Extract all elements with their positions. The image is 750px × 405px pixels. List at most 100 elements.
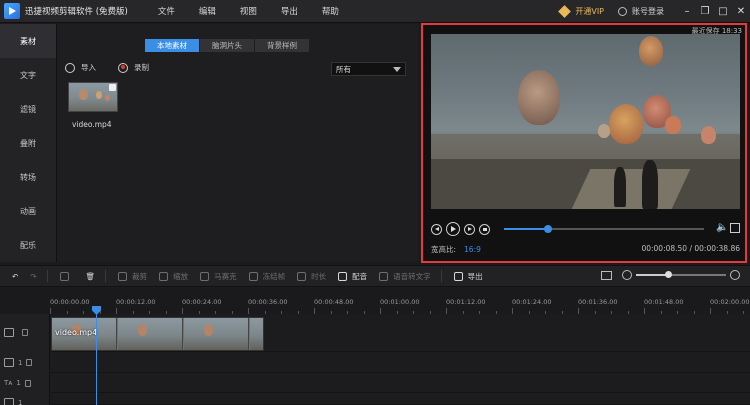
media-filter-select[interactable]: 所有 [331, 62, 406, 76]
login-button[interactable]: 账号登录 [618, 6, 664, 17]
diamond-icon [558, 5, 572, 18]
tab-local-media[interactable]: 本地素材 [145, 39, 199, 52]
speech-to-text-button[interactable]: 语音转文字 [379, 271, 431, 282]
undo-button[interactable]: ↶ [12, 272, 18, 281]
mosaic-icon [200, 271, 210, 281]
voiceover-label: 配音 [352, 271, 368, 281]
menu-help[interactable]: 帮助 [310, 5, 351, 17]
voiceover-button[interactable]: 配音 [338, 271, 367, 282]
record-button[interactable]: 录制 [118, 62, 149, 73]
zoom-handle[interactable] [664, 271, 672, 278]
user-icon [618, 7, 627, 16]
delete-button[interactable]: 🗑 [86, 272, 96, 281]
media-tabs: 本地素材 脑洞片头 背景样例 [145, 39, 310, 52]
text-track[interactable] [51, 373, 750, 393]
speech-to-text-label: 语音转文字 [393, 271, 431, 281]
zoom-out-icon[interactable] [622, 270, 632, 280]
freeze-button[interactable]: 冻结帧 [248, 271, 285, 282]
zoom-label: 缩放 [173, 271, 189, 281]
media-item-name: video.mp4 [72, 120, 112, 129]
ruler-label: 00:01:12.00 [446, 298, 486, 306]
ruler-label: 00:00:24.00 [182, 298, 222, 306]
export-icon [453, 271, 463, 281]
title-bar: 迅捷视频剪辑软件 (免费版) 文件 编辑 视图 导出 帮助 开通VIP 账号登录… [0, 0, 750, 23]
record-label: 录制 [134, 63, 149, 72]
duration-button[interactable]: 时长 [297, 271, 326, 282]
volume-icon[interactable]: 🔈 [716, 222, 728, 234]
lock-icon[interactable] [24, 379, 31, 387]
music-track-header: 1 [4, 398, 22, 405]
menu-view[interactable]: 视图 [228, 5, 269, 17]
audio-track[interactable] [51, 352, 750, 373]
sidebar-item-media[interactable]: 素材 [0, 24, 56, 58]
media-panel: 本地素材 脑洞片头 背景样例 导入 录制 所有 video.mp4 [57, 24, 418, 262]
timeline-ruler[interactable]: 00:00:00.00 00:00:12.00 00:00:24.00 00:00:3… [50, 288, 750, 314]
pencil-icon [59, 271, 69, 281]
ruler-label: 00:01:00.00 [380, 298, 420, 306]
play-button[interactable] [446, 222, 460, 236]
progress-slider[interactable] [504, 225, 704, 233]
ruler-label: 00:01:48.00 [644, 298, 684, 306]
lock-icon[interactable] [26, 359, 33, 366]
menu-file[interactable]: 文件 [146, 5, 187, 17]
zoom-button[interactable]: 缩放 [159, 271, 188, 282]
ruler-label: 00:00:00.00 [50, 298, 90, 306]
stop-button[interactable] [479, 223, 490, 235]
video-clip[interactable]: video.mp4 [51, 317, 264, 351]
ruler-label: 00:02:00.00 [710, 298, 750, 306]
video-frame[interactable] [431, 34, 740, 209]
vip-button[interactable]: 开通VIP [558, 5, 604, 18]
duration-label: 时长 [311, 271, 327, 281]
export-button[interactable]: 导出 [453, 271, 483, 282]
delete-icon[interactable] [109, 84, 116, 91]
crop-button[interactable]: 裁剪 [118, 271, 147, 282]
crop-label: 裁剪 [132, 271, 148, 281]
music-track[interactable] [51, 393, 750, 405]
menu-export[interactable]: 导出 [269, 5, 310, 17]
zoom-in-icon[interactable] [730, 270, 740, 280]
progress-handle[interactable] [544, 225, 552, 233]
sidebar-item-text[interactable]: 文字 [0, 58, 56, 92]
playhead[interactable] [96, 306, 97, 405]
sidebar-item-transitions[interactable]: 转场 [0, 160, 56, 194]
aspect-ratio[interactable]: 宽高比: 16:9 [431, 244, 481, 255]
import-button[interactable]: 导入 [65, 62, 96, 73]
next-frame-button[interactable] [464, 223, 475, 235]
mosaic-button[interactable]: 马赛克 [200, 271, 237, 282]
sidebar-item-filters[interactable]: 滤镜 [0, 92, 56, 126]
edit-button[interactable] [59, 271, 74, 281]
close-icon[interactable]: ✕ [732, 0, 750, 23]
menu-edit[interactable]: 编辑 [187, 5, 228, 17]
aspect-value: 16:9 [464, 245, 481, 254]
media-thumbnail[interactable] [68, 82, 118, 112]
zoom-slider[interactable] [636, 271, 726, 278]
microphone-icon [338, 271, 348, 281]
preview-panel: 最近保存 18:33 🔈 宽高比: 16:9 00:00:08.50 / 00:0… [421, 23, 747, 263]
sidebar-item-overlay[interactable]: 叠附 [0, 126, 56, 160]
ruler-label: 00:01:36.00 [578, 298, 618, 306]
fit-timeline-icon[interactable] [601, 270, 612, 280]
trash-icon: 🗑 [85, 271, 96, 281]
sidebar-item-music[interactable]: 配乐 [0, 228, 56, 262]
aspect-label: 宽高比: [431, 245, 457, 254]
track-headers: 1 Tᴀ 1 1 [0, 314, 50, 405]
fullscreen-icon[interactable] [730, 223, 740, 233]
maximize-icon[interactable]: □ [714, 0, 732, 23]
chevron-down-icon [393, 66, 401, 72]
sidebar-item-animation[interactable]: 动画 [0, 194, 56, 228]
previous-frame-button[interactable] [431, 223, 442, 235]
category-sidebar: 素材 文字 滤镜 叠附 转场 动画 配乐 [0, 24, 57, 262]
video-track-header [4, 328, 28, 337]
undo-icon: ↶ [12, 271, 19, 281]
tab-background-samples[interactable]: 背景样例 [255, 39, 309, 52]
speech-icon [379, 271, 389, 281]
redo-icon: ↷ [30, 271, 37, 281]
track-number: 1 [16, 379, 21, 387]
lock-icon[interactable] [22, 329, 28, 336]
export-label: 导出 [467, 271, 483, 281]
restore-icon[interactable]: ❐ [696, 0, 714, 23]
import-label: 导入 [81, 63, 96, 72]
minimize-icon[interactable]: – [678, 0, 696, 23]
redo-button[interactable]: ↷ [30, 272, 36, 281]
tab-intro[interactable]: 脑洞片头 [200, 39, 254, 52]
